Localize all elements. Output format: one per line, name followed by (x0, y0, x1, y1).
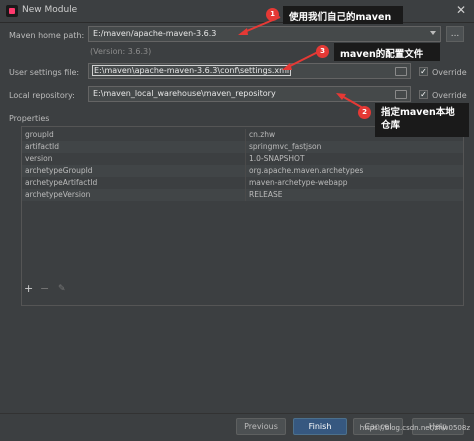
finish-button[interactable]: Finish (293, 418, 347, 435)
annotation-text: 指定maven本地仓库 (381, 107, 455, 131)
folder-icon[interactable] (395, 90, 407, 99)
property-key: archetypeGroupId (22, 165, 246, 177)
table-row[interactable]: archetypeVersion RELEASE (22, 189, 463, 201)
property-value[interactable]: RELEASE (246, 189, 463, 201)
maven-home-label: Maven home path: (9, 31, 85, 40)
annotation-badge: 2 (358, 106, 371, 119)
properties-label: Properties (9, 114, 50, 123)
watermark: https://blog.csdn.net/zhw0508z (359, 424, 470, 432)
annotation-callout: 使用我们自己的maven (283, 6, 403, 24)
finish-label: Finish (308, 422, 332, 431)
remove-icon[interactable]: − (40, 283, 49, 295)
table-row[interactable]: version 1.0-SNAPSHOT (22, 153, 463, 165)
settings-file-value: E:\maven\apache-maven-3.6.3\conf\setting… (91, 65, 292, 76)
property-key: archetypeVersion (22, 189, 246, 201)
chevron-down-icon[interactable] (430, 31, 436, 35)
settings-file-label: User settings file: (9, 68, 80, 77)
property-value[interactable]: 1.0-SNAPSHOT (246, 153, 463, 165)
previous-label: Previous (244, 422, 278, 431)
previous-button[interactable]: Previous (236, 418, 286, 435)
property-value[interactable]: org.apache.maven.archetypes (246, 165, 463, 177)
annotation-badge: 3 (316, 45, 329, 58)
property-value[interactable]: maven-archetype-webapp (246, 177, 463, 189)
annotation-text: maven的配置文件 (340, 49, 424, 60)
settings-file-input[interactable]: E:\maven\apache-maven-3.6.3\conf\setting… (88, 63, 411, 79)
maven-version-hint: (Version: 3.6.3) (90, 47, 152, 56)
table-row[interactable]: archetypeArtifactId maven-archetype-weba… (22, 177, 463, 189)
window-title: New Module (22, 5, 78, 15)
property-key: archetypeArtifactId (22, 177, 246, 189)
annotation-text: 使用我们自己的maven (289, 12, 392, 23)
maven-home-dropdown[interactable]: E:/maven/apache-maven-3.6.3 (88, 26, 441, 42)
local-repo-input[interactable]: E:\maven_local_warehouse\maven_repositor… (88, 86, 411, 102)
intellij-icon (6, 5, 18, 17)
annotation-badge: 1 (266, 8, 279, 21)
annotation-callout: 指定maven本地仓库 (375, 103, 469, 137)
settings-override-checkbox[interactable]: ✓ (419, 67, 428, 76)
repo-override-label: Override (432, 91, 467, 100)
table-row[interactable]: artifactId springmvc_fastjson (22, 141, 463, 153)
add-icon[interactable]: + (24, 283, 33, 295)
property-key: artifactId (22, 141, 246, 153)
local-repo-value: E:\maven_local_warehouse\maven_repositor… (93, 89, 276, 98)
properties-toolbar: + − ✎ (24, 283, 84, 297)
repo-override-checkbox[interactable]: ✓ (419, 90, 428, 99)
maven-home-value: E:/maven/apache-maven-3.6.3 (93, 29, 217, 38)
annotation-callout: maven的配置文件 (334, 43, 440, 61)
settings-override-label: Override (432, 68, 467, 77)
browse-maven-home-button[interactable]: ... (446, 26, 464, 42)
edit-icon[interactable]: ✎ (58, 283, 66, 295)
property-key: groupId (22, 129, 246, 141)
table-row[interactable]: archetypeGroupId org.apache.maven.archet… (22, 165, 463, 177)
properties-table: groupId cn.zhw artifactId springmvc_fast… (21, 126, 464, 306)
property-key: version (22, 153, 246, 165)
local-repo-label: Local repository: (9, 91, 75, 100)
property-value[interactable]: springmvc_fastjson (246, 141, 463, 153)
divider (0, 413, 474, 414)
close-icon[interactable]: ✕ (456, 3, 466, 17)
folder-icon[interactable] (395, 67, 407, 76)
